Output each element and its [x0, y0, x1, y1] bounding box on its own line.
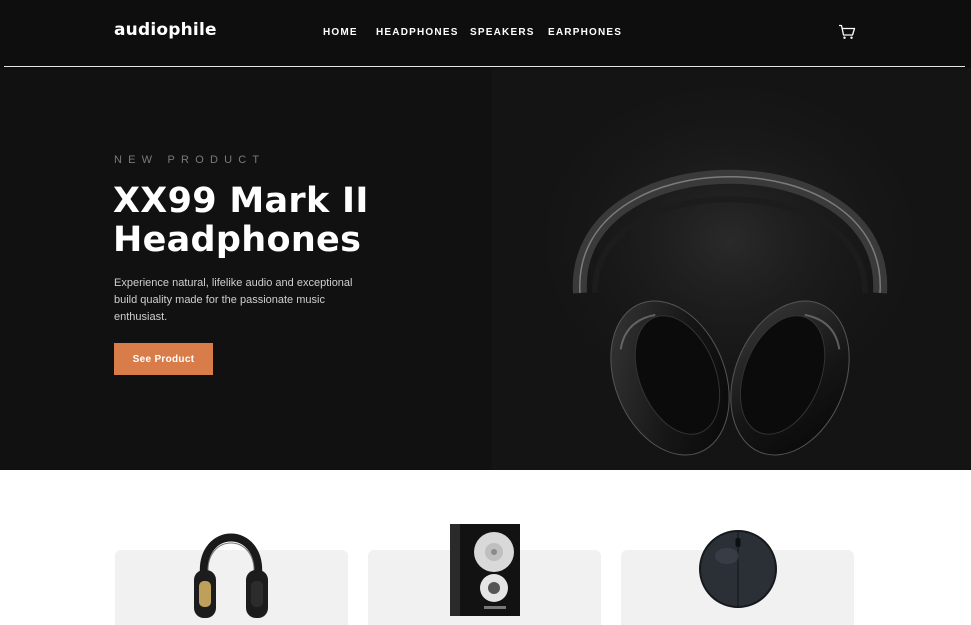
headphones-image: [194, 533, 268, 618]
headphones-image: [530, 88, 930, 456]
hero-title: XX99 Mark II Headphones: [113, 181, 369, 260]
hero-eyebrow: NEW PRODUCT: [114, 154, 266, 166]
hero-section: NEW PRODUCT XX99 Mark II Headphones Expe…: [0, 68, 971, 470]
logo[interactable]: audiophile: [114, 20, 217, 40]
nav-link-home[interactable]: HOME: [323, 27, 358, 38]
earphones-case-image: [699, 530, 777, 608]
cart-icon[interactable]: [838, 24, 856, 40]
site-header: audiophile HOME HEADPHONES SPEAKERS EARP…: [0, 0, 971, 68]
speaker-image: [450, 524, 520, 616]
nav-link-headphones[interactable]: HEADPHONES: [376, 27, 459, 38]
see-product-button[interactable]: See Product: [114, 343, 213, 375]
nav-link-earphones[interactable]: EARPHONES: [548, 27, 622, 38]
hero-description: Experience natural, lifelike audio and e…: [114, 277, 353, 323]
nav-link-speakers[interactable]: SPEAKERS: [470, 27, 535, 38]
header-divider: [4, 66, 965, 67]
